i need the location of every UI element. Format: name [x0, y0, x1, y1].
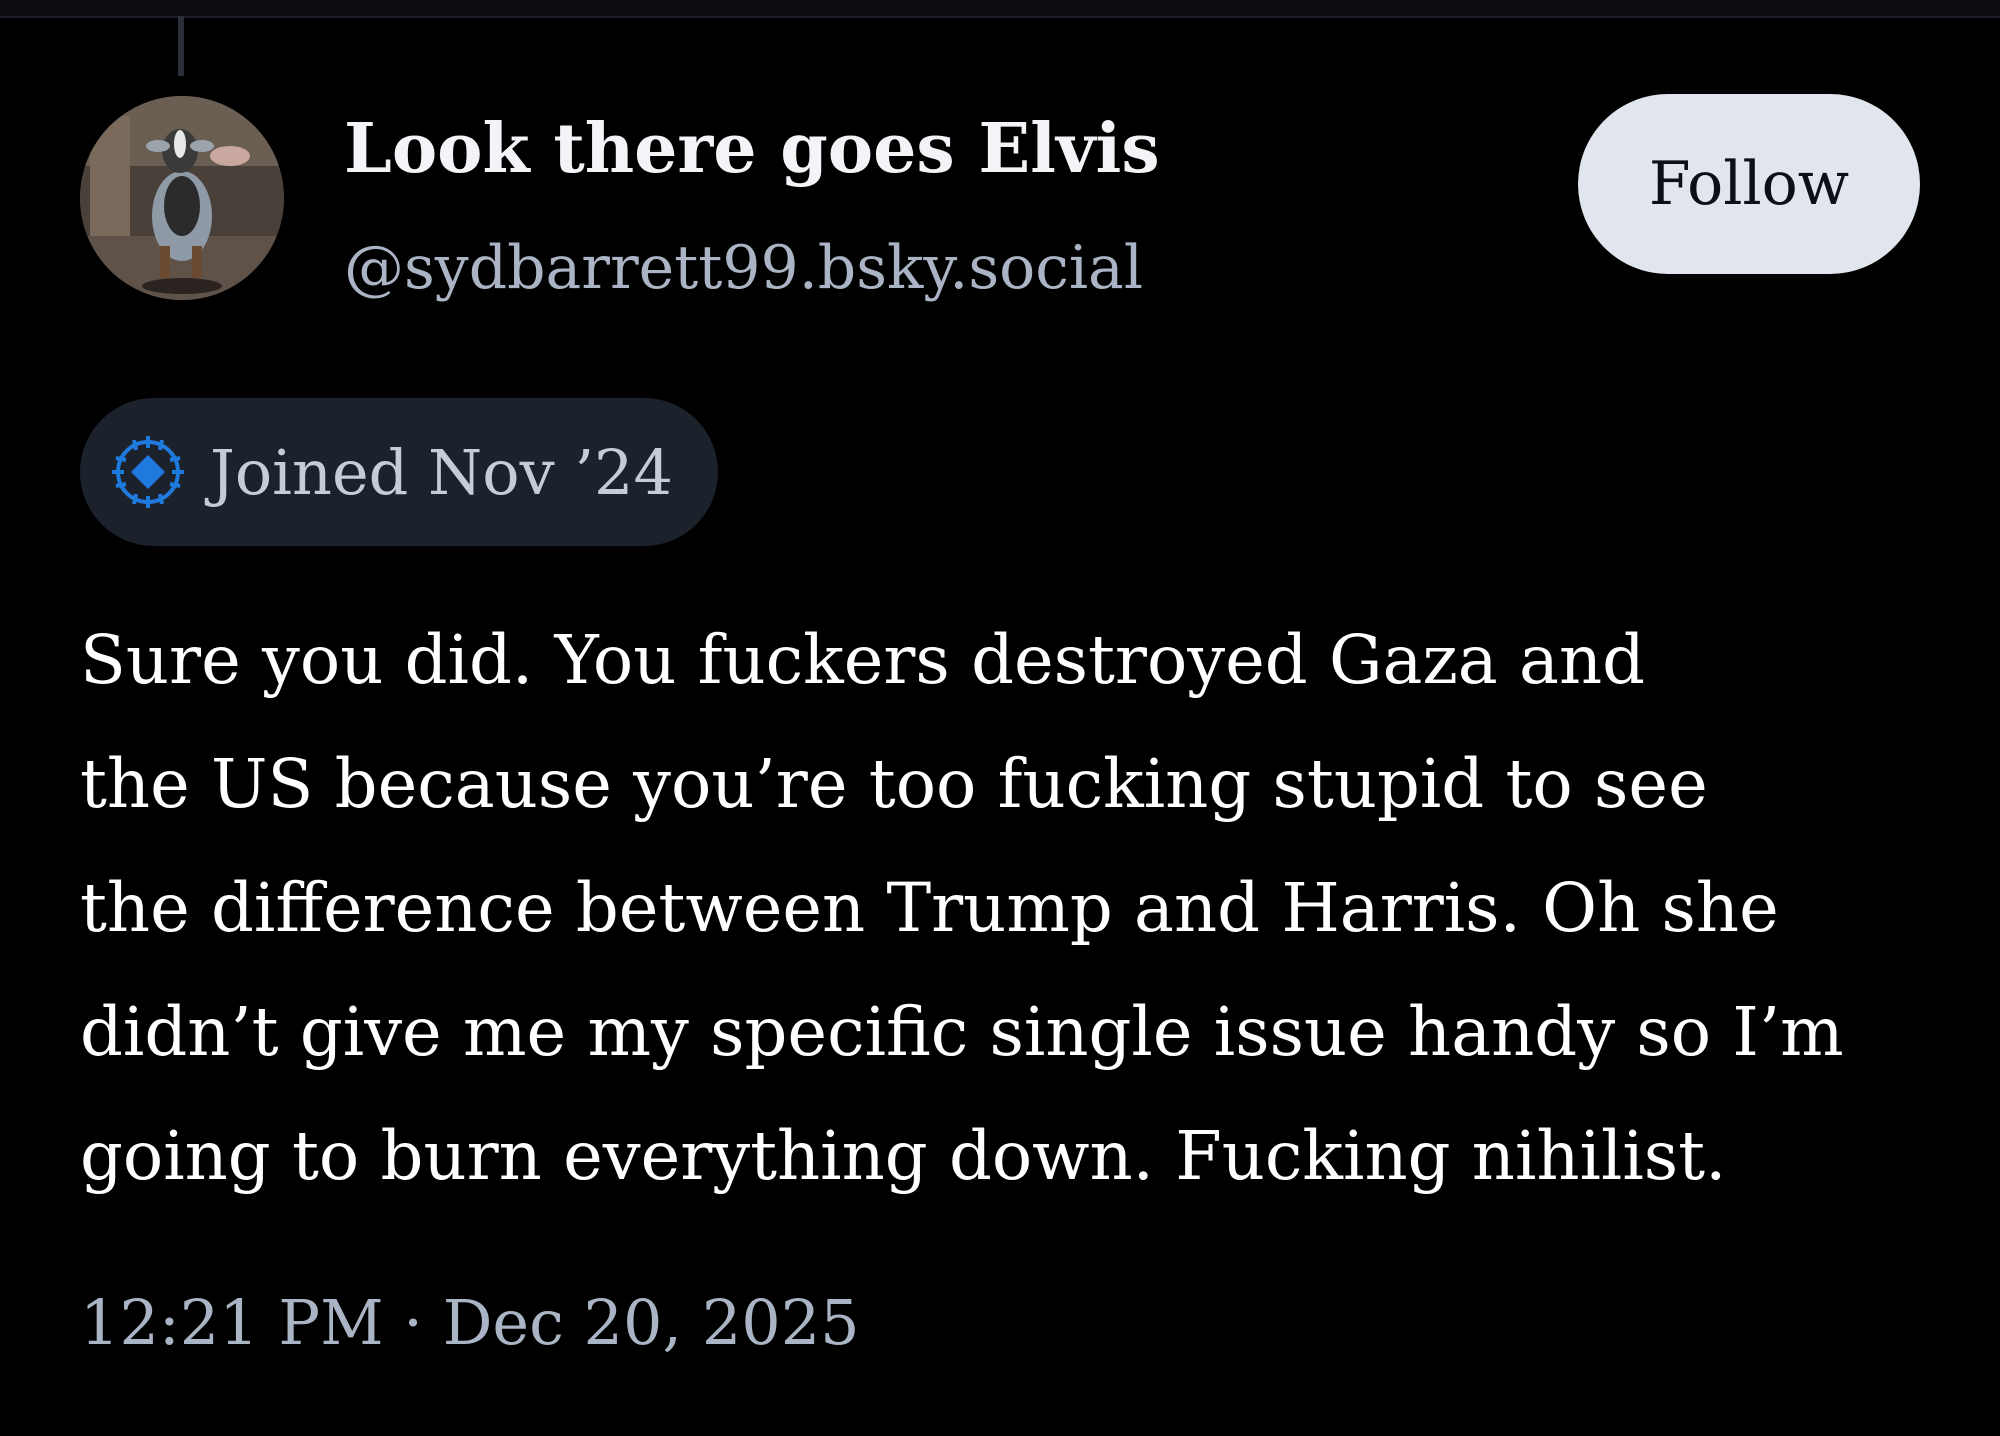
goat-avatar-image	[80, 96, 284, 300]
author-handle[interactable]: @sydbarrett99.bsky.social	[344, 228, 1143, 308]
post-body-line: the US because you’re too fucking stupid…	[80, 745, 1708, 823]
top-border	[0, 0, 2000, 18]
post-body-text: Sure you did. You fuckers destroyed Gaza…	[80, 598, 1940, 1218]
new-account-badge-icon	[102, 426, 194, 518]
post-timestamp[interactable]: 12:21 PM · Dec 20, 2025	[80, 1280, 860, 1366]
post-body-line: going to burn everything down. Fucking n…	[80, 1117, 1727, 1195]
thread-connector-line	[178, 16, 184, 76]
post-body-line: Sure you did. You fuckers destroyed Gaza…	[80, 621, 1645, 699]
follow-button[interactable]: Follow	[1578, 94, 1920, 274]
joined-badge: Joined Nov ’24	[80, 398, 718, 546]
joined-date-text: Joined Nov ’24	[210, 435, 673, 509]
avatar[interactable]	[80, 96, 284, 300]
post-body-line: didn’t give me my specific single issue …	[80, 993, 1844, 1071]
post-body-line: the difference between Trump and Harris.…	[80, 869, 1779, 947]
author-display-name[interactable]: Look there goes Elvis	[344, 104, 1160, 194]
